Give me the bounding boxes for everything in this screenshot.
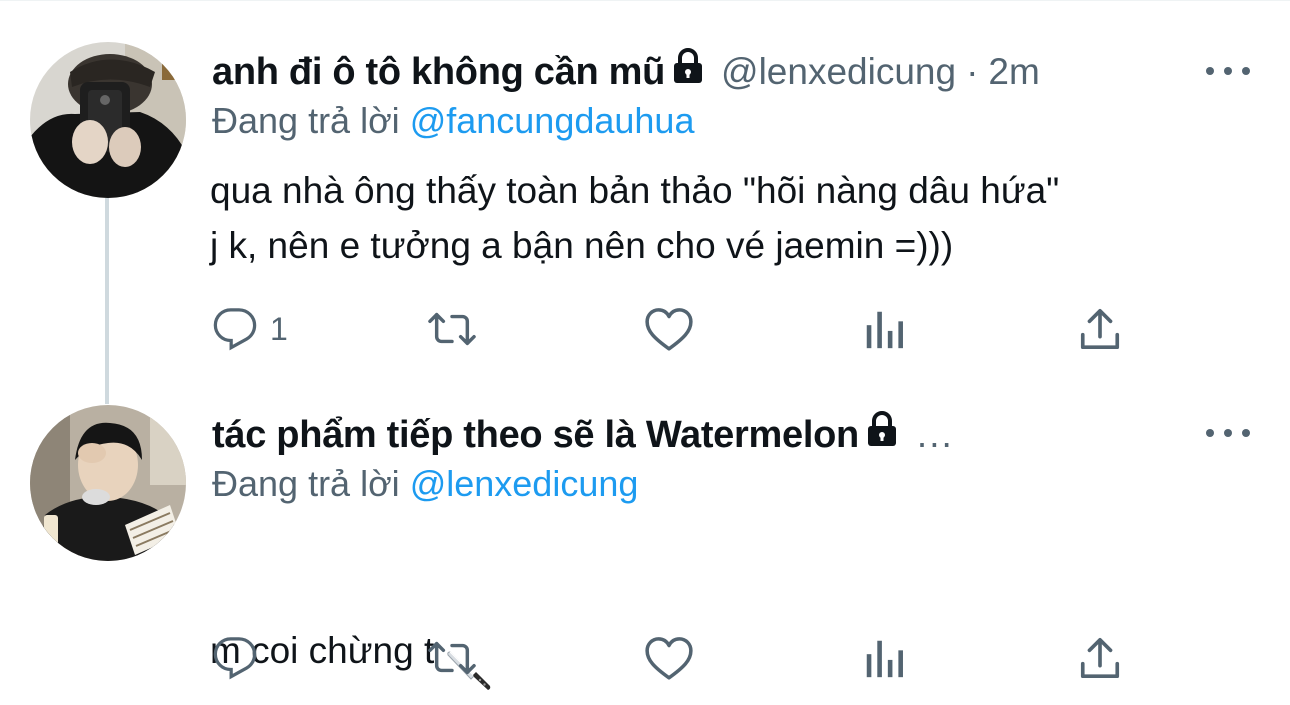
reply-count: 1 (270, 310, 288, 347)
reply-icon (213, 308, 257, 351)
replying-to-label: Đang trả lời (212, 463, 400, 504)
retweet-button[interactable] (425, 304, 479, 354)
like-button[interactable] (644, 633, 694, 683)
tweet-actions: 1 (212, 304, 1132, 354)
truncated-handle: ... (916, 414, 954, 455)
more-options-button[interactable] (1206, 418, 1250, 448)
more-icon-dot (1242, 429, 1250, 437)
reply-button[interactable] (212, 633, 270, 683)
timestamp[interactable]: 2m (988, 51, 1039, 93)
more-options-button[interactable] (1206, 56, 1250, 86)
avatar-photo-mirror-selfie (30, 42, 186, 198)
reply-icon (213, 637, 257, 680)
more-icon-dot (1224, 429, 1232, 437)
views-icon (866, 311, 903, 349)
replying-to-handle[interactable]: @fancungdauhua (410, 100, 695, 141)
reply-button[interactable]: 1 (212, 304, 288, 354)
top-divider (0, 0, 1290, 1)
like-icon (645, 637, 693, 680)
share-button[interactable] (1078, 304, 1122, 354)
more-icon (1206, 67, 1214, 75)
share-icon (1080, 308, 1120, 350)
more-icon-dot (1224, 67, 1232, 75)
share-icon (1080, 637, 1120, 679)
avatar[interactable] (30, 405, 186, 561)
separator-dot: · (966, 51, 979, 92)
tweet-header: anh đi ô tô không cần mũ @lenxedicung · … (212, 44, 1040, 100)
more-icon-dot (1242, 67, 1250, 75)
lock-icon (865, 410, 899, 452)
lock-icon (671, 47, 705, 89)
like-icon (645, 308, 693, 351)
retweet-button[interactable] (425, 633, 479, 683)
handle[interactable]: @lenxedicung (721, 51, 956, 93)
replying-to-handle[interactable]: @lenxedicung (410, 463, 639, 504)
retweet-icon (428, 641, 476, 675)
avatar[interactable] (30, 42, 186, 198)
display-name[interactable]: anh đi ô tô không cần mũ (212, 51, 665, 94)
replying-to: Đang trả lời @lenxedicung (212, 463, 638, 505)
like-button[interactable] (644, 304, 694, 354)
thread-connector-line (105, 198, 109, 404)
reply-thread: anh đi ô tô không cần mũ @lenxedicung · … (0, 0, 1290, 705)
share-button[interactable] (1078, 633, 1122, 683)
replying-to-label: Đang trả lời (212, 100, 400, 141)
retweet-icon (428, 312, 476, 346)
views-button[interactable] (862, 633, 906, 683)
tweet-text: qua nhà ông thấy toàn bản thảo "hõi nàng… (210, 170, 1060, 266)
tweet-actions (212, 633, 1132, 683)
views-icon (866, 640, 903, 678)
views-button[interactable] (862, 304, 906, 354)
replying-to: Đang trả lời @fancungdauhua (212, 100, 694, 142)
avatar-photo-portrait (30, 405, 186, 561)
more-icon (1206, 429, 1214, 437)
tweet-header: tác phẩm tiếp theo sẽ là Watermelon ... (212, 407, 954, 463)
display-name[interactable]: tác phẩm tiếp theo sẽ là Watermelon (212, 414, 859, 457)
